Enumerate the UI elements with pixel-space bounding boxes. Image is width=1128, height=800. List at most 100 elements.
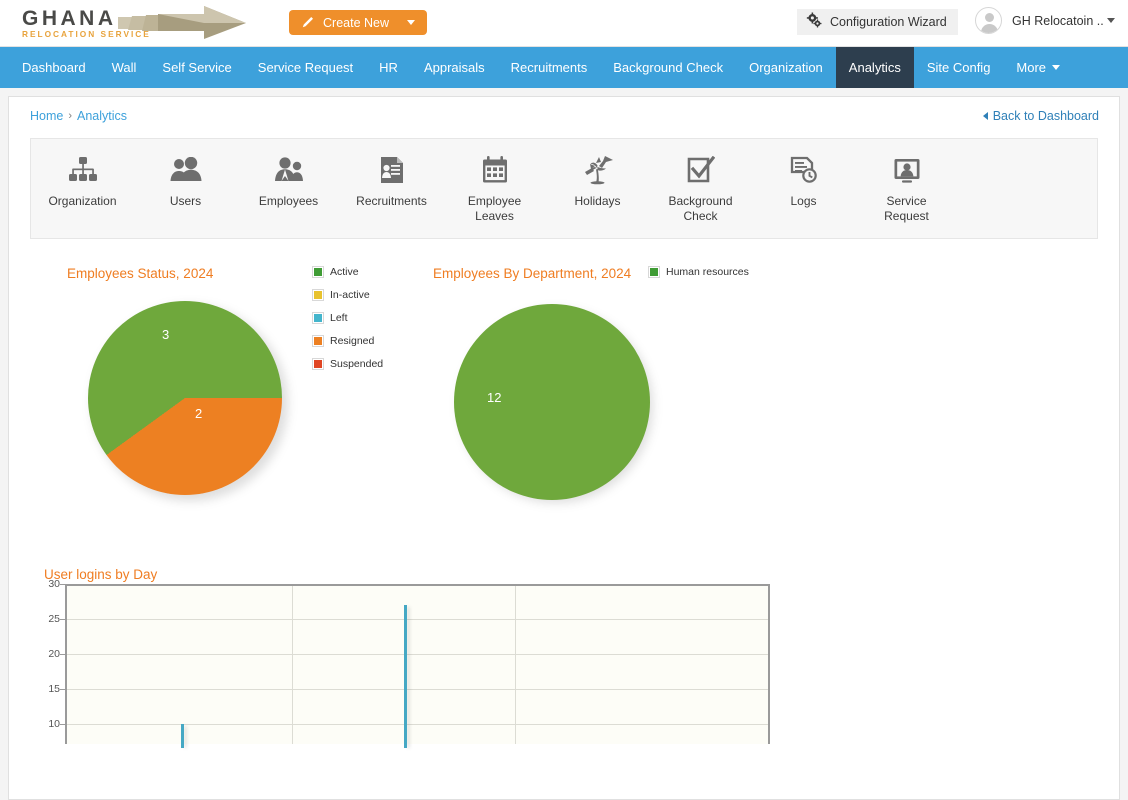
shortcut-logs[interactable]: Logs (752, 153, 855, 209)
legend-label: In-active (330, 288, 370, 301)
back-to-dashboard-link[interactable]: Back to Dashboard (982, 109, 1099, 123)
breadcrumb-analytics[interactable]: Analytics (77, 109, 127, 123)
nav-item-site-config[interactable]: Site Config (914, 47, 1004, 88)
calendar-icon (443, 153, 546, 187)
avatar-icon (975, 7, 1002, 34)
ytick-30: 30 (48, 578, 60, 590)
gears-icon (806, 12, 823, 32)
nav-label: Appraisals (423, 60, 485, 75)
nav-item-dashboard[interactable]: Dashboard (9, 47, 99, 88)
pie-slice-value-active: 3 (162, 327, 170, 342)
person-screen-icon (855, 153, 958, 187)
nav-item-hr[interactable]: HR (366, 47, 411, 88)
ytick-mark (60, 724, 65, 725)
shortcut-label: Logs (790, 194, 817, 208)
shortcut-label: Holidays (574, 194, 621, 208)
chevron-down-icon[interactable] (1106, 18, 1115, 23)
spike-shadow (407, 607, 410, 748)
shortcut-employee-leaves[interactable]: Employee Leaves (443, 153, 546, 224)
breadcrumb-home[interactable]: Home (30, 109, 63, 123)
shortcut-organization[interactable]: Organization (31, 153, 134, 209)
page-body: Home › Analytics Back to Dashboard Organ… (0, 88, 1128, 800)
shortcut-label: Service Request (884, 194, 929, 223)
user-logins-chart: User logins by Day 30 25 20 15 10 (30, 559, 1098, 748)
ytick-20: 20 (48, 648, 60, 660)
create-new-button[interactable]: Create New (289, 10, 427, 35)
shortcut-employees[interactable]: Employees (237, 153, 340, 209)
shortcut-service-request[interactable]: Service Request (855, 153, 958, 224)
gridline (67, 654, 768, 655)
pie-slice-value-human-resources: 12 (487, 390, 502, 405)
legend-swatch-left (313, 312, 323, 323)
nav-item-background-check[interactable]: Background Check (600, 47, 736, 88)
nav-label: Service Request (257, 60, 354, 75)
legend-label: Human resources (666, 265, 749, 278)
shortcut-users[interactable]: Users (134, 153, 237, 209)
spike-shadow (184, 726, 187, 748)
gridline (67, 619, 768, 620)
checkbox-check-icon (649, 153, 752, 187)
data-spike-1[interactable] (181, 724, 184, 748)
gridline (67, 689, 768, 690)
logo-subtitle: RELOCATION SERVICE (22, 28, 151, 39)
shortcut-label: Organization (48, 194, 117, 208)
nav-label: Recruitments (510, 60, 588, 75)
app-logo[interactable]: GHANA RELOCATION SERVICE (22, 3, 247, 43)
ytick-25: 25 (48, 613, 60, 625)
nav-item-more[interactable]: More (1003, 47, 1073, 88)
org-chart-icon (31, 153, 134, 187)
create-new-label: Create New (323, 15, 389, 30)
employees-by-department-pie[interactable] (454, 304, 650, 500)
nav-item-service-request[interactable]: Service Request (245, 47, 366, 88)
shortcut-label: Employee Leaves (467, 194, 522, 223)
legend-item: Left (313, 306, 383, 329)
employees-status-pie[interactable] (88, 301, 282, 495)
user-name-label: GH Relocatoin .. (1012, 13, 1104, 28)
vertical-gridline (292, 586, 293, 744)
shortcut-label: Users (169, 194, 202, 208)
user-logins-chart-title: User logins by Day (44, 567, 158, 582)
legend-swatch-human-resources (649, 266, 659, 277)
employees-by-department-chart-title: Employees By Department, 2024 (433, 266, 632, 281)
shortcut-holidays[interactable]: Holidays (546, 153, 649, 209)
nav-label: Organization (749, 60, 823, 75)
chevron-down-icon[interactable] (407, 20, 415, 25)
users-icon (134, 153, 237, 187)
nav-item-wall[interactable]: Wall (99, 47, 150, 88)
ytick-mark (60, 689, 65, 690)
nav-item-appraisals[interactable]: Appraisals (411, 47, 498, 88)
ytick-10: 10 (48, 718, 60, 730)
chevron-down-icon (1052, 65, 1061, 70)
legend-item: In-active (313, 283, 383, 306)
shortcut-recruitments[interactable]: Recruitments (340, 153, 443, 209)
nav-item-self-service[interactable]: Self Service (149, 47, 244, 88)
document-clock-icon (752, 153, 855, 187)
shortcut-label: Background Check (668, 194, 733, 223)
legend-item: Human resources (649, 260, 749, 283)
gridline (67, 724, 768, 725)
breadcrumb: Home › Analytics Back to Dashboard (9, 97, 1119, 135)
vertical-gridline (515, 586, 516, 744)
nav-item-organization[interactable]: Organization (736, 47, 836, 88)
data-spike-2[interactable] (404, 605, 407, 748)
nav-item-analytics[interactable]: Analytics (835, 47, 914, 88)
palm-plane-icon (546, 153, 649, 187)
legend-label: Left (330, 311, 348, 324)
configuration-wizard-label: Configuration Wizard (830, 15, 947, 29)
configuration-wizard-button[interactable]: Configuration Wizard (797, 9, 958, 35)
legend-label: Resigned (330, 334, 375, 347)
ytick-mark (60, 584, 65, 585)
legend-item: Active (313, 260, 383, 283)
main-navigation: Dashboard Wall Self Service Service Requ… (0, 47, 1128, 88)
plot-area (65, 584, 770, 748)
legend-swatch-resigned (313, 335, 323, 346)
nav-item-recruitments[interactable]: Recruitments (498, 47, 601, 88)
nav-label: Self Service (162, 60, 232, 75)
pencil-icon (301, 16, 314, 29)
user-menu[interactable]: GH Relocatoin .. (975, 7, 1115, 34)
document-person-icon (340, 153, 443, 187)
legend-swatch-active (313, 266, 323, 277)
breadcrumb-separator: › (68, 110, 73, 122)
logo-text-block: GHANA RELOCATION SERVICE (22, 8, 151, 38)
shortcut-background-check[interactable]: Background Check (649, 153, 752, 224)
